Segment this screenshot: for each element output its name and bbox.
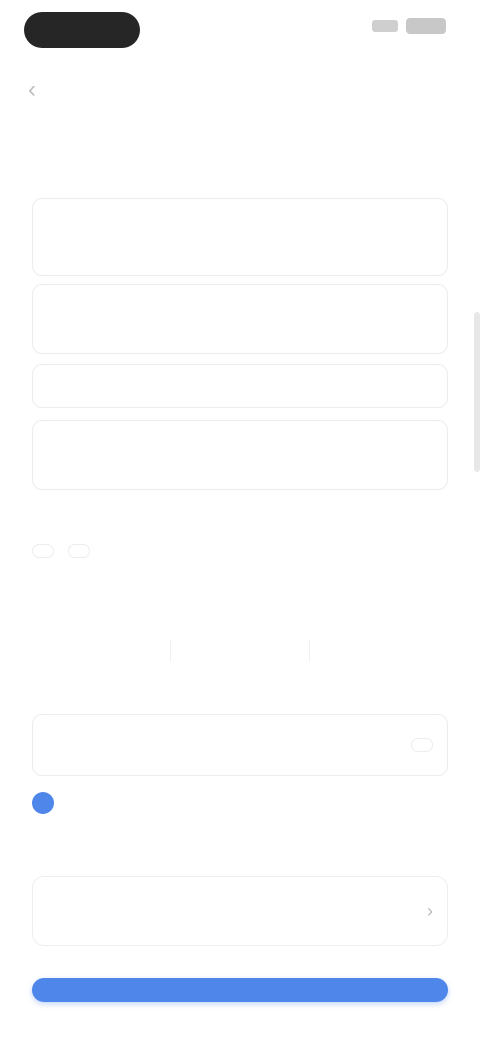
option-chip[interactable] [68, 544, 90, 558]
chevron-right-icon: › [427, 900, 433, 921]
grid-cell[interactable] [32, 640, 171, 662]
consent-row[interactable] [32, 792, 448, 814]
battery-icon [406, 18, 446, 34]
row3-left [47, 742, 411, 748]
option-chip[interactable] [32, 544, 54, 558]
notice-card[interactable]: › [32, 876, 448, 946]
checkbox-checked-icon[interactable] [32, 792, 54, 814]
scroll-indicator[interactable] [474, 312, 480, 472]
top-navigation: ‹ [0, 62, 480, 118]
status-bar [0, 0, 480, 62]
grid-cell[interactable] [171, 640, 310, 662]
status-icons [372, 18, 446, 34]
field-card-2[interactable] [32, 284, 448, 354]
row2-grid [32, 640, 448, 662]
grid-cell[interactable] [310, 640, 448, 662]
row1-options [32, 544, 448, 558]
field-card-3[interactable] [32, 364, 448, 408]
field-card-4[interactable] [32, 420, 448, 490]
signal-icon [372, 20, 398, 32]
row3-action-button[interactable] [411, 738, 433, 752]
section-header [32, 126, 452, 134]
primary-cta-button[interactable] [32, 978, 448, 1002]
row3-card [32, 714, 448, 776]
field-card-1[interactable] [32, 198, 448, 276]
chevron-left-icon[interactable]: ‹ [28, 76, 36, 104]
dynamic-island [24, 12, 140, 48]
screen: ‹ › [0, 0, 480, 1040]
